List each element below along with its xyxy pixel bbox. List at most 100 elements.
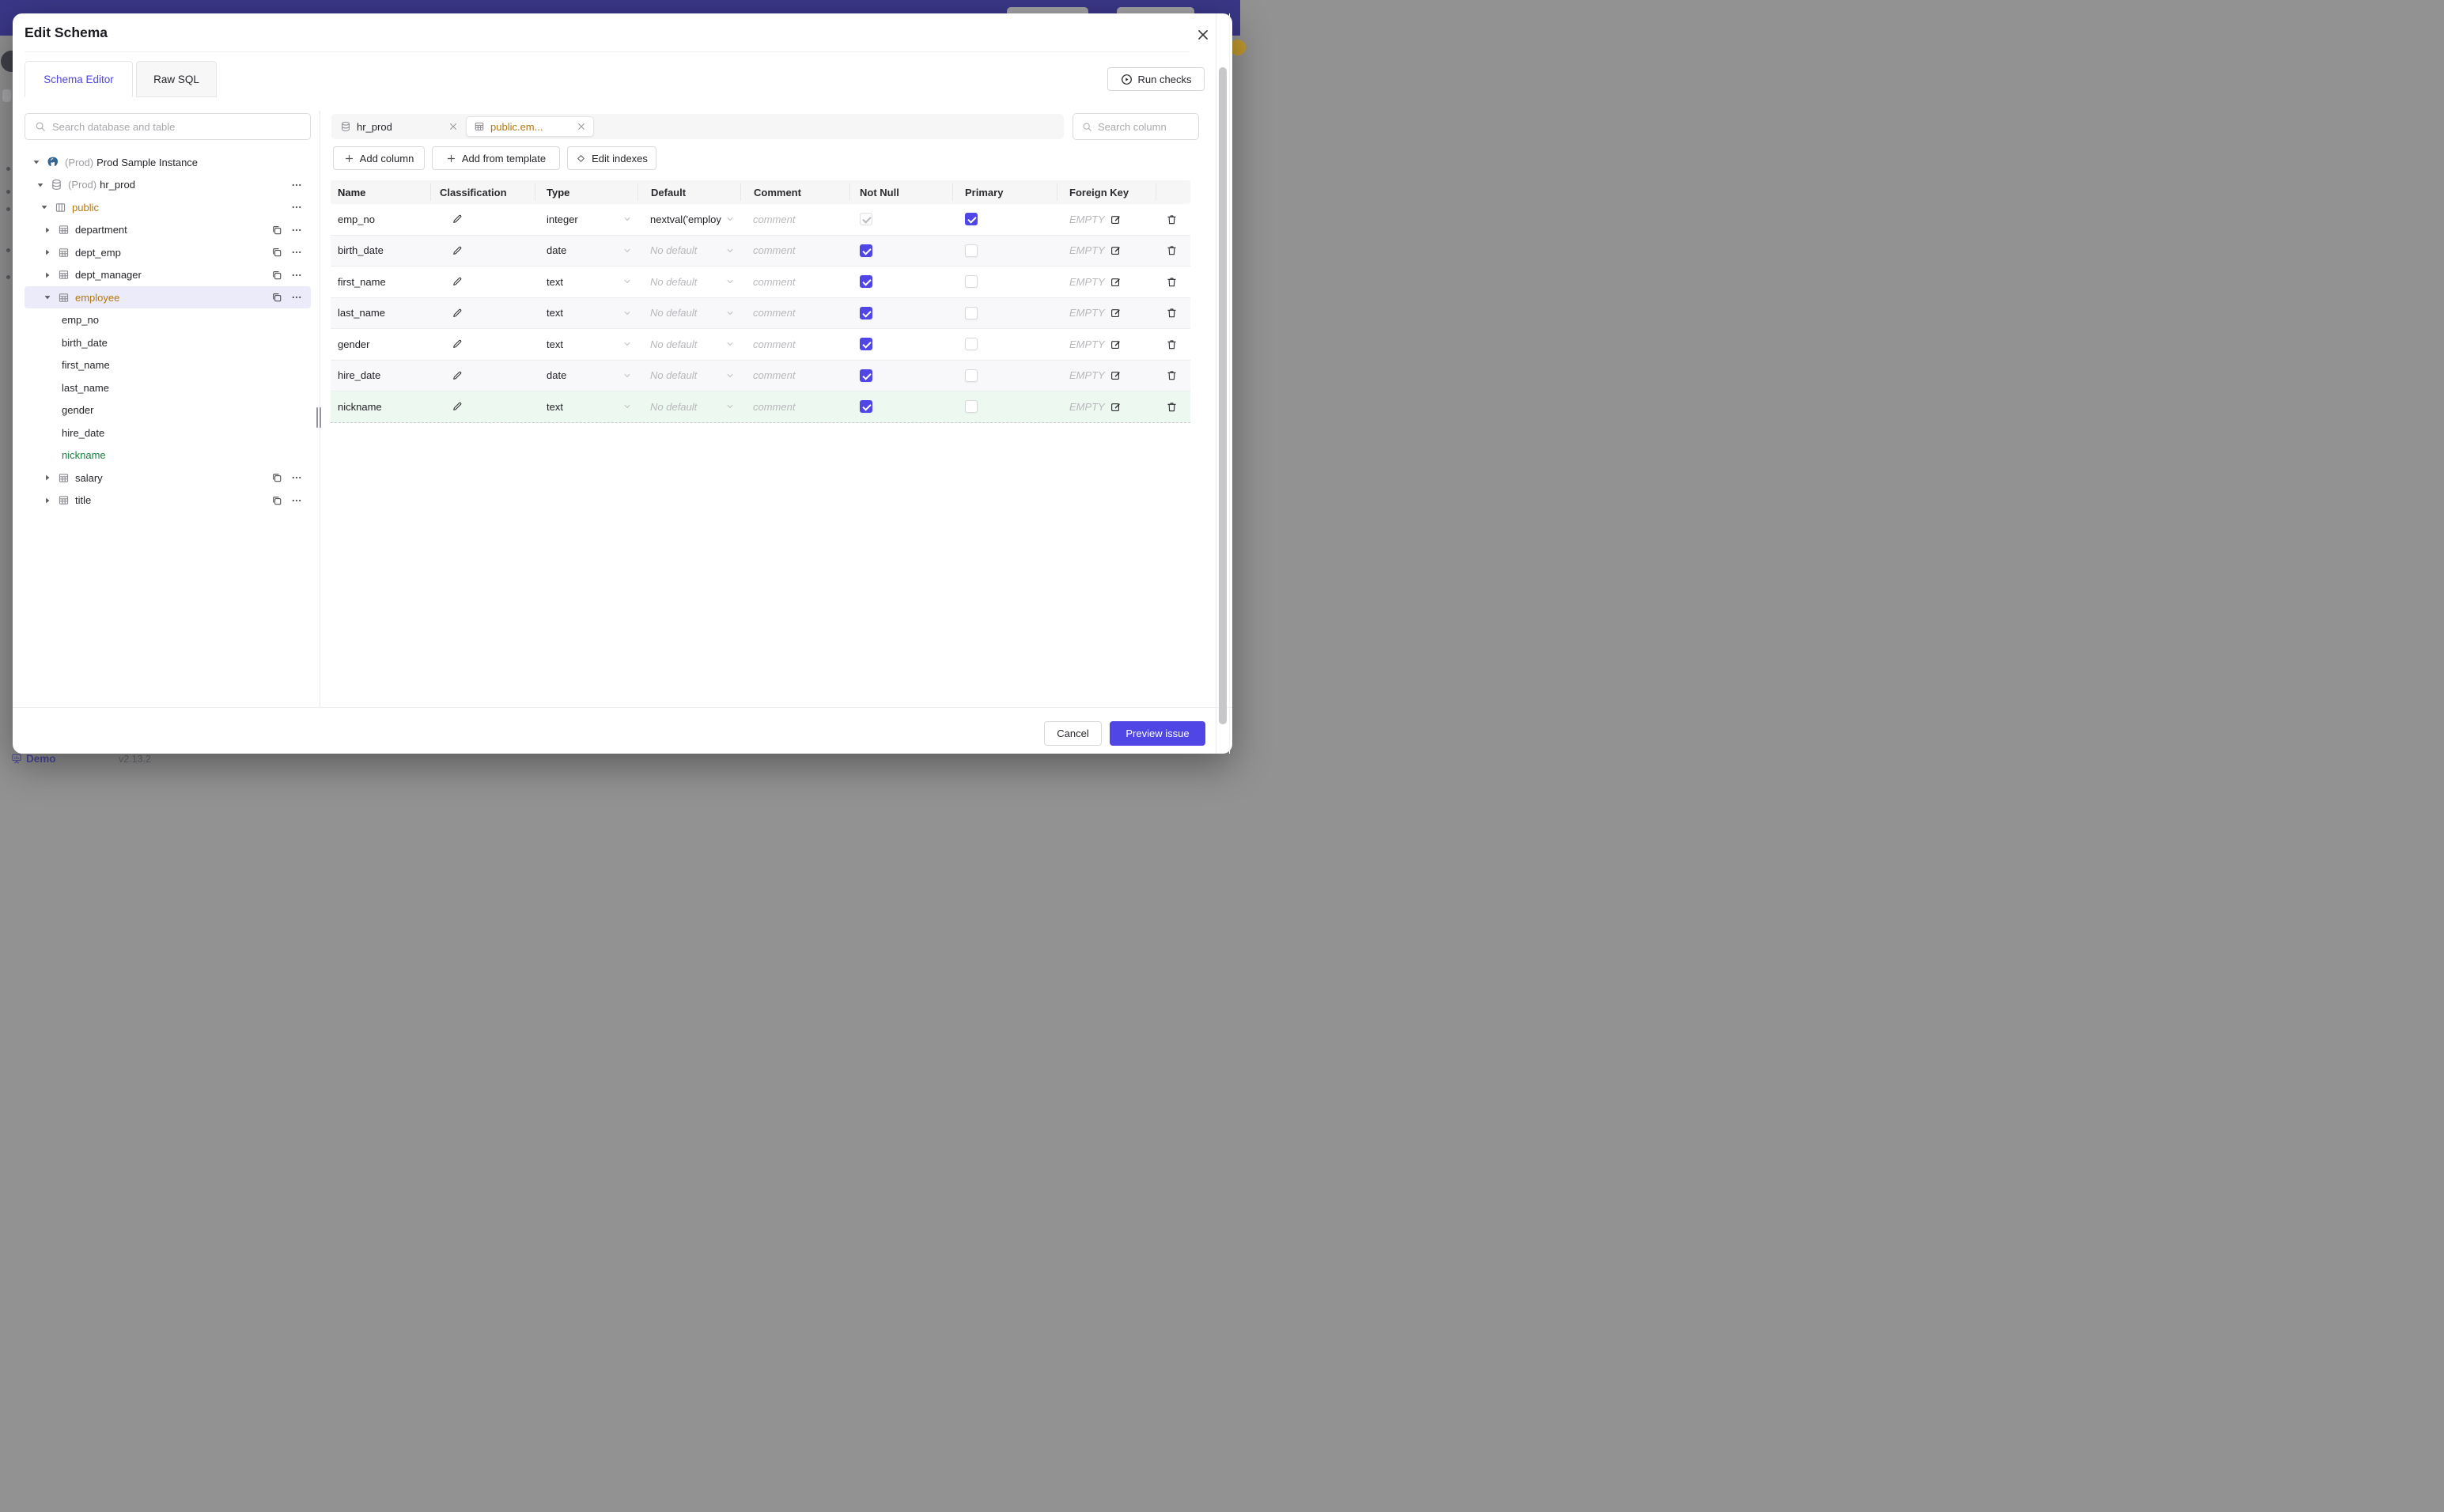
caret-right-icon[interactable]	[43, 496, 52, 505]
tab-schema-editor[interactable]: Schema Editor	[25, 61, 133, 97]
primary-checkbox[interactable]	[965, 338, 978, 351]
primary-checkbox[interactable]	[965, 275, 978, 289]
more-icon[interactable]	[291, 292, 302, 303]
comment-input[interactable]: comment	[741, 361, 850, 391]
primary-checkbox[interactable]	[965, 400, 978, 414]
type-select[interactable]: text	[535, 266, 638, 297]
primary-checkbox[interactable]	[965, 244, 978, 257]
caret-down-icon[interactable]	[40, 202, 49, 212]
not-null-checkbox[interactable]	[860, 306, 872, 319]
type-select[interactable]: integer	[535, 204, 638, 235]
copy-icon[interactable]	[271, 247, 282, 258]
more-icon[interactable]	[291, 495, 302, 506]
comment-input[interactable]: comment	[741, 329, 850, 360]
run-checks-button[interactable]: Run checks	[1107, 67, 1205, 91]
not-null-checkbox[interactable]	[860, 338, 872, 351]
caret-right-icon[interactable]	[43, 248, 52, 257]
caret-down-icon[interactable]	[36, 180, 45, 190]
default-select[interactable]: No default	[638, 298, 741, 329]
tree-item-column-birth_date[interactable]: birth_date	[25, 331, 311, 353]
default-select[interactable]: No default	[638, 391, 741, 422]
not-null-checkbox[interactable]	[860, 400, 872, 414]
copy-icon[interactable]	[271, 225, 282, 236]
classification-edit-button[interactable]	[452, 370, 463, 381]
caret-right-icon[interactable]	[43, 473, 52, 482]
add-from-template-button[interactable]: Add from template	[432, 146, 560, 170]
delete-column-icon[interactable]	[1166, 244, 1178, 256]
delete-column-icon[interactable]	[1166, 338, 1178, 350]
close-icon[interactable]	[577, 122, 586, 131]
edit-foreign-key-icon[interactable]	[1110, 369, 1122, 381]
edit-foreign-key-icon[interactable]	[1110, 214, 1122, 225]
comment-input[interactable]: comment	[741, 298, 850, 329]
more-icon[interactable]	[291, 247, 302, 258]
copy-icon[interactable]	[271, 292, 282, 303]
copy-icon[interactable]	[271, 270, 282, 281]
tree-item-table-employee[interactable]: employee	[25, 286, 311, 308]
search-database-input[interactable]	[52, 120, 302, 133]
not-null-checkbox[interactable]	[860, 213, 872, 226]
more-icon[interactable]	[291, 202, 302, 213]
more-icon[interactable]	[291, 225, 302, 236]
primary-checkbox[interactable]	[965, 306, 978, 319]
delete-column-icon[interactable]	[1166, 276, 1178, 288]
comment-input[interactable]: comment	[741, 391, 850, 422]
caret-right-icon[interactable]	[43, 225, 52, 235]
tree-item-column-emp_no[interactable]: emp_no	[25, 309, 311, 331]
classification-edit-button[interactable]	[452, 214, 463, 225]
dialog-scrollbar[interactable]	[1216, 13, 1230, 754]
type-select[interactable]: text	[535, 329, 638, 360]
copy-icon[interactable]	[271, 472, 282, 483]
tab-chip-public-employee[interactable]: public.em...	[466, 116, 594, 137]
edit-foreign-key-icon[interactable]	[1110, 276, 1122, 288]
tree-item-table-dept_emp[interactable]: dept_emp	[25, 241, 311, 263]
more-icon[interactable]	[291, 180, 302, 191]
tree-item-table-title[interactable]: title	[25, 490, 311, 512]
panel-resize-handle[interactable]	[316, 407, 323, 428]
caret-right-icon[interactable]	[43, 270, 52, 280]
not-null-checkbox[interactable]	[860, 369, 872, 382]
delete-column-icon[interactable]	[1166, 214, 1178, 225]
primary-checkbox[interactable]	[965, 213, 978, 226]
tree-item-database-hr_prod[interactable]: (Prod) hr_prod	[25, 174, 311, 196]
tab-raw-sql[interactable]: Raw SQL	[136, 61, 217, 97]
copy-icon[interactable]	[271, 495, 282, 506]
tree-item-table-salary[interactable]: salary	[25, 467, 311, 489]
more-icon[interactable]	[291, 472, 302, 483]
classification-edit-button[interactable]	[452, 338, 463, 350]
add-column-button[interactable]: Add column	[333, 146, 425, 170]
tree-item-column-last_name[interactable]: last_name	[25, 376, 311, 399]
caret-down-icon[interactable]	[43, 293, 52, 302]
close-icon[interactable]	[1194, 26, 1212, 43]
close-icon[interactable]	[448, 122, 458, 131]
cancel-button[interactable]: Cancel	[1044, 721, 1102, 746]
type-select[interactable]: date	[535, 236, 638, 266]
default-select[interactable]: nextval('employ	[638, 204, 741, 235]
type-select[interactable]: text	[535, 298, 638, 329]
scrollbar-thumb[interactable]	[1219, 67, 1227, 724]
tree-item-schema-public[interactable]: public	[25, 196, 311, 218]
edit-foreign-key-icon[interactable]	[1110, 244, 1122, 256]
delete-column-icon[interactable]	[1166, 369, 1178, 381]
edit-foreign-key-icon[interactable]	[1110, 401, 1122, 413]
edit-indexes-button[interactable]: Edit indexes	[567, 146, 656, 170]
tree-item-table-department[interactable]: department	[25, 219, 311, 241]
tree-item-table-dept_manager[interactable]: dept_manager	[25, 264, 311, 286]
edit-foreign-key-icon[interactable]	[1110, 338, 1122, 350]
type-select[interactable]: date	[535, 361, 638, 391]
comment-input[interactable]: comment	[741, 236, 850, 266]
tree-item-column-hire_date[interactable]: hire_date	[25, 421, 311, 444]
not-null-checkbox[interactable]	[860, 244, 872, 257]
classification-edit-button[interactable]	[452, 245, 463, 256]
tree-item-column-nickname[interactable]: nickname	[25, 444, 311, 467]
tree-item-column-first_name[interactable]: first_name	[25, 354, 311, 376]
default-select[interactable]: No default	[638, 236, 741, 266]
not-null-checkbox[interactable]	[860, 275, 872, 289]
delete-column-icon[interactable]	[1166, 401, 1178, 413]
edit-foreign-key-icon[interactable]	[1110, 307, 1122, 319]
delete-column-icon[interactable]	[1166, 307, 1178, 319]
classification-edit-button[interactable]	[452, 276, 463, 287]
comment-input[interactable]: comment	[741, 266, 850, 297]
more-icon[interactable]	[291, 270, 302, 281]
default-select[interactable]: No default	[638, 266, 741, 297]
